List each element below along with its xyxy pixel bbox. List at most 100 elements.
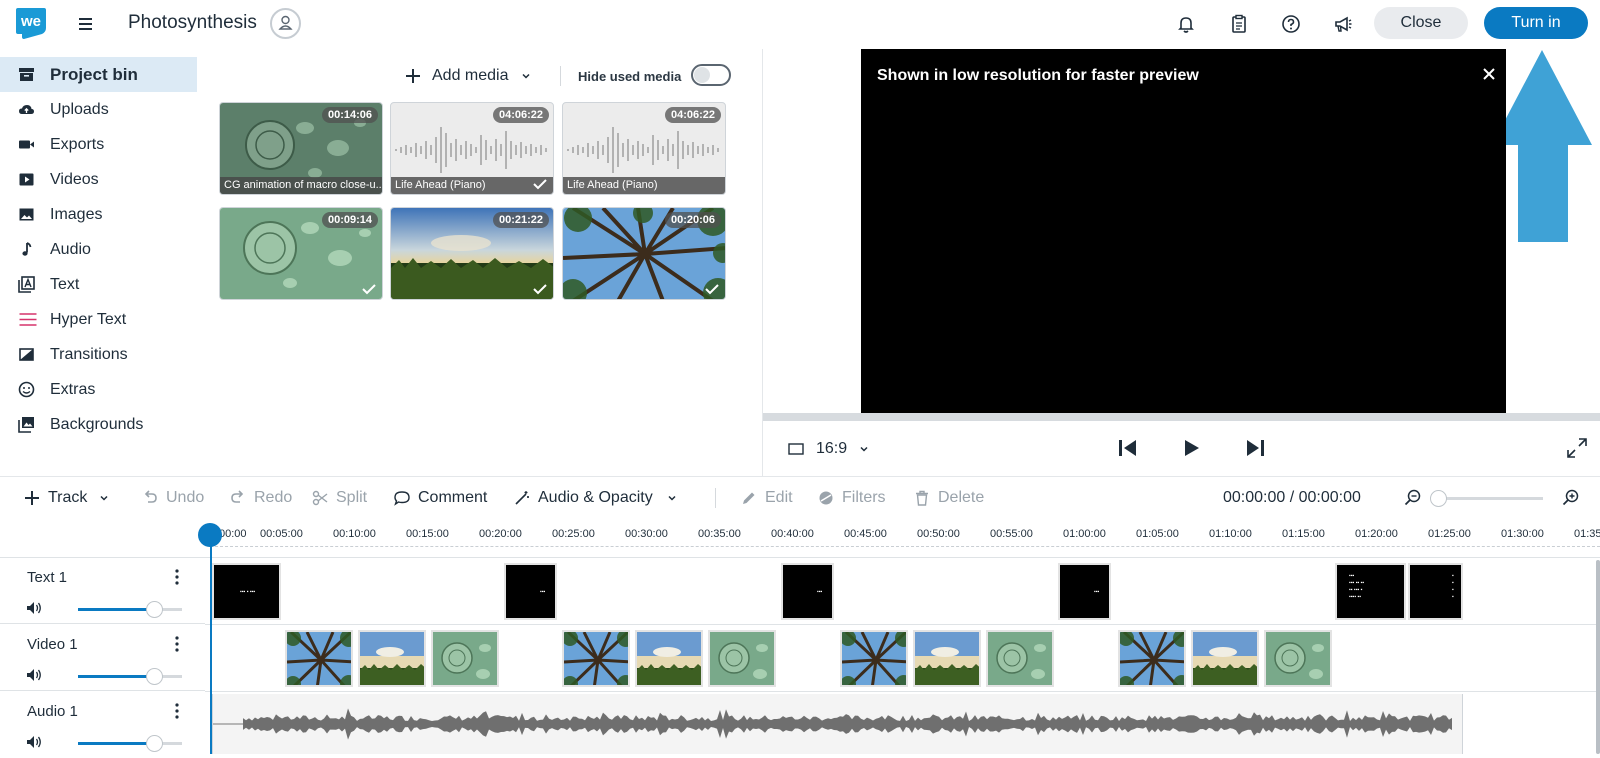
share-user-icon[interactable] <box>270 8 301 39</box>
media-thumb[interactable]: 04:06:22 Life Ahead (Piano) <box>562 102 726 195</box>
app-logo[interactable]: we <box>14 6 48 40</box>
sidebar-item-transitions[interactable]: Transitions <box>0 337 197 372</box>
video-clip[interactable] <box>1118 630 1186 687</box>
aspect-ratio-select[interactable]: 16:9 <box>788 439 869 459</box>
play-icon[interactable] <box>1181 438 1203 458</box>
track-name: Audio 1 <box>27 703 78 720</box>
media-thumb[interactable]: 04:06:22 Life Ahead (Piano) <box>390 102 554 195</box>
turn-in-button[interactable]: Turn in <box>1484 7 1588 39</box>
video-clip[interactable] <box>285 630 353 687</box>
media-thumb[interactable]: 00:20:06 <box>562 207 726 300</box>
text-clip[interactable]: ▪ ▪ ▪ ▪ <box>1408 563 1463 620</box>
sidebar-item-text[interactable]: Text <box>0 267 197 302</box>
duration-badge: 00:20:06 <box>664 212 721 228</box>
kebab-menu-icon[interactable] <box>175 569 179 585</box>
close-button[interactable]: Close <box>1374 7 1468 39</box>
menu-icon[interactable] <box>76 14 96 34</box>
timecode-display: 00:00:00 / 00:00:00 <box>1223 489 1361 506</box>
sidebar-item-project-bin[interactable]: Project bin <box>0 57 197 92</box>
field-clip-thumbnail <box>915 632 979 685</box>
playback-progress-bar[interactable] <box>762 413 1600 421</box>
audio-waveform <box>213 708 1452 740</box>
field-clip-thumbnail <box>637 632 701 685</box>
volume-slider[interactable] <box>78 668 182 685</box>
sidebar-item-videos[interactable]: Videos <box>0 162 197 197</box>
hide-used-media-toggle[interactable] <box>691 64 731 86</box>
media-thumb[interactable]: 00:09:14 <box>219 207 383 300</box>
aspect-ratio-icon <box>788 443 804 455</box>
trees-clip-thumbnail <box>287 632 351 685</box>
sidebar-item-hyper-text[interactable]: Hyper Text <box>0 302 197 337</box>
video-clip[interactable] <box>1264 630 1332 687</box>
sidebar-item-exports[interactable]: Exports <box>0 127 197 162</box>
cells-clip-thumbnail <box>710 632 774 685</box>
notifications-bell-icon[interactable] <box>1175 13 1197 35</box>
sidebar-item-label: Exports <box>50 135 105 153</box>
duration-badge: 00:09:14 <box>321 212 378 228</box>
video-clip[interactable] <box>708 630 776 687</box>
clipboard-icon[interactable] <box>1228 13 1250 35</box>
volume-slider[interactable] <box>78 735 182 752</box>
edit-button[interactable]: Edit <box>741 487 793 509</box>
sidebar-item-images[interactable]: Images <box>0 197 197 232</box>
skip-back-icon[interactable] <box>1117 438 1139 458</box>
video-clip[interactable] <box>358 630 426 687</box>
delete-button[interactable]: Delete <box>914 487 984 509</box>
zoom-out-icon[interactable] <box>1404 489 1422 507</box>
help-icon[interactable] <box>1280 13 1302 35</box>
kebab-menu-icon[interactable] <box>175 703 179 719</box>
used-check-icon <box>533 284 547 295</box>
project-title: Photosynthesis <box>128 12 257 33</box>
divider <box>0 476 1600 477</box>
undo-button[interactable]: Undo <box>142 487 204 509</box>
fullscreen-icon[interactable] <box>1566 437 1588 459</box>
comment-label: Comment <box>418 489 488 506</box>
media-thumb[interactable]: 00:21:22 <box>390 207 554 300</box>
zoom-slider[interactable] <box>1430 490 1543 507</box>
text-box-icon <box>18 276 35 293</box>
trees-clip-thumbnail <box>564 632 628 685</box>
volume-icon[interactable] <box>26 601 42 615</box>
zoom-in-icon[interactable] <box>1562 489 1580 507</box>
video-clip[interactable] <box>562 630 630 687</box>
playhead-handle[interactable] <box>198 523 222 547</box>
video-clip[interactable] <box>635 630 703 687</box>
video-clip[interactable] <box>840 630 908 687</box>
redo-button[interactable]: Redo <box>230 487 292 509</box>
announcement-megaphone-icon[interactable] <box>1332 13 1354 35</box>
volume-icon[interactable] <box>26 668 42 682</box>
audio-clip[interactable] <box>212 694 1463 754</box>
chevron-down-icon <box>860 446 868 452</box>
video-preview[interactable]: Shown in low resolution for faster previ… <box>861 49 1506 413</box>
kebab-menu-icon[interactable] <box>175 636 179 652</box>
sidebar-item-extras[interactable]: Extras <box>0 372 197 407</box>
video-clip[interactable] <box>913 630 981 687</box>
audio-opacity-button[interactable]: Audio & Opacity <box>514 487 677 509</box>
sidebar-item-backgrounds[interactable]: Backgrounds <box>0 407 197 442</box>
sidebar-item-uploads[interactable]: Uploads <box>0 92 197 127</box>
comment-button[interactable]: Comment <box>394 487 487 509</box>
cells-clip-thumbnail <box>988 632 1052 685</box>
add-track-button[interactable]: Track <box>24 487 109 509</box>
filters-button[interactable]: Filters <box>818 487 886 509</box>
media-thumb[interactable]: 00:14:06 CG animation of macro close-u..… <box>219 102 383 195</box>
divider <box>205 624 1600 625</box>
video-clip[interactable] <box>431 630 499 687</box>
skip-forward-icon[interactable] <box>1244 438 1266 458</box>
text-clip[interactable]: ▪▪▪ <box>781 563 834 620</box>
timeline-scrollbar[interactable] <box>1596 560 1600 754</box>
close-icon[interactable] <box>1482 67 1496 81</box>
ruler-tick-label: 01:35 <box>1574 528 1600 540</box>
volume-icon[interactable] <box>26 735 42 749</box>
split-button[interactable]: Split <box>312 487 367 509</box>
text-clip[interactable]: ▪▪▪ <box>1058 563 1111 620</box>
text-clip[interactable]: ▪▪▪ ▪ ▪▪▪ <box>212 563 281 620</box>
text-clip[interactable]: ▪▪▪ ▪▪▪ ▪▪ ▪▪ ▪▪ ▪▪▪ ▪ ▪▪▪▪ ▪▪ <box>1335 563 1406 620</box>
sidebar-item-audio[interactable]: Audio <box>0 232 197 267</box>
volume-slider[interactable] <box>78 601 182 618</box>
video-clip[interactable] <box>1191 630 1259 687</box>
low-res-banner: Shown in low resolution for faster previ… <box>877 67 1199 84</box>
add-media-button[interactable]: Add media <box>404 62 531 90</box>
video-clip[interactable] <box>986 630 1054 687</box>
text-clip[interactable]: ▪▪▪ <box>504 563 557 620</box>
